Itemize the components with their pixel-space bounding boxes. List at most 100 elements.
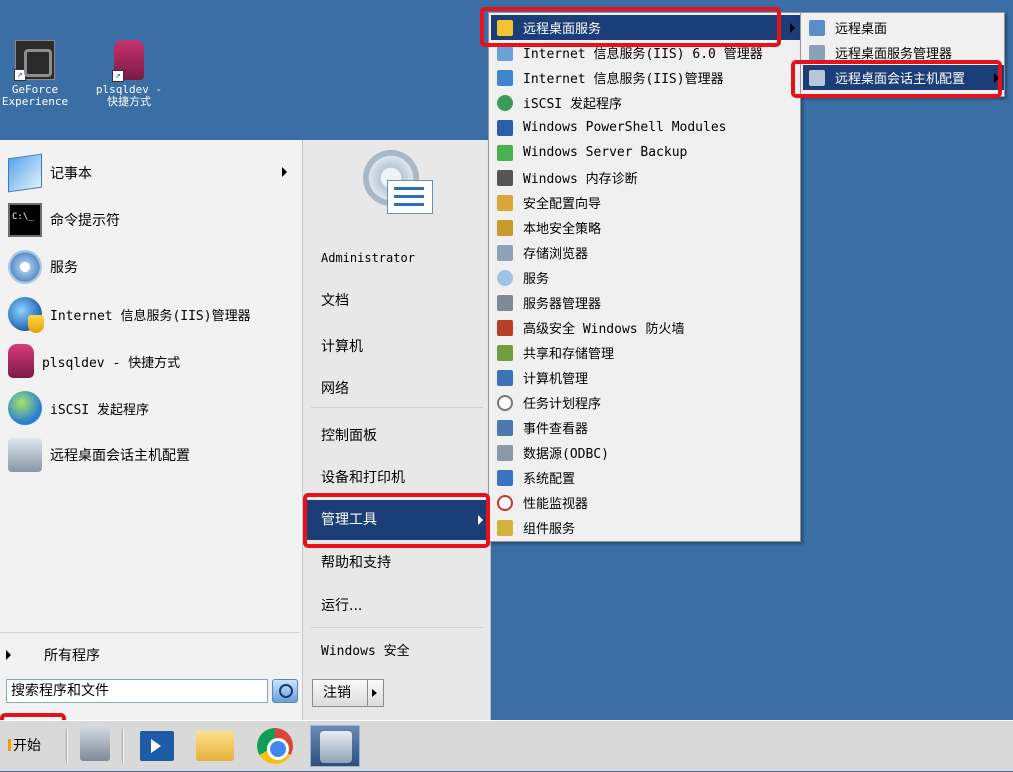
notepad-icon — [8, 153, 42, 193]
start-item-cmd[interactable]: C:\_ 命令提示符 — [0, 197, 303, 243]
start-item-label: 记事本 — [50, 166, 92, 182]
menu-item-label: 存储浏览器 — [523, 247, 589, 262]
link-network[interactable]: 网络 — [303, 369, 491, 409]
powershell-icon — [497, 119, 513, 136]
desktop-icon-geforce[interactable]: ↗ GeForce Experience — [0, 40, 78, 108]
iscsi-globe-icon — [8, 391, 42, 425]
divider — [311, 407, 483, 408]
database-shortcut-icon: ↗ — [112, 40, 144, 82]
link-run[interactable]: 运行... — [303, 586, 491, 626]
menu-item-iis-manager[interactable]: Internet 信息服务(IIS)管理器 — [491, 65, 800, 90]
logoff-label: 注销 — [323, 685, 351, 701]
search-input[interactable]: 搜索程序和文件 — [6, 679, 268, 703]
component-services-icon — [497, 519, 513, 536]
start-item-label: Internet 信息服务(IIS)管理器 — [50, 308, 251, 324]
link-computer[interactable]: 计算机 — [303, 327, 491, 367]
divider — [0, 632, 300, 633]
perf-monitor-icon — [497, 494, 513, 511]
all-programs-label: 所有程序 — [44, 648, 100, 664]
start-item-label: iSCSI 发起程序 — [50, 402, 149, 418]
odbc-icon — [497, 444, 513, 461]
start-item-rd-session-host[interactable]: 远程桌面会话主机配置 — [0, 432, 303, 478]
desktop-icon-label: 快捷方式 — [107, 95, 151, 108]
taskbar-rd-config[interactable] — [310, 725, 360, 767]
desktop-icon-plsqldev[interactable]: ↗ plsqldev - 快捷方式 — [86, 40, 172, 108]
menu-item-label: Windows 内存诊断 — [523, 172, 638, 187]
menu-item-iscsi[interactable]: iSCSI 发起程序 — [491, 90, 800, 115]
taskbar-explorer[interactable] — [190, 725, 240, 767]
menu-item-system-config[interactable]: 系统配置 — [491, 465, 800, 490]
menu-item-label: 服务器管理器 — [523, 297, 602, 312]
menu-item-storage-explorer[interactable]: 存储浏览器 — [491, 240, 800, 265]
menu-item-share-storage[interactable]: 共享和存储管理 — [491, 340, 800, 365]
expand-arrow-icon — [6, 650, 11, 660]
cmd-icon: C:\_ — [8, 203, 42, 237]
rds-manager-icon — [809, 44, 825, 61]
user-picture[interactable] — [359, 150, 435, 216]
menu-item-powershell-modules[interactable]: Windows PowerShell Modules — [491, 115, 800, 140]
start-item-iscsi[interactable]: iSCSI 发起程序 — [0, 385, 303, 431]
server-manager-icon — [497, 294, 513, 311]
iis-icon — [8, 297, 44, 333]
divider — [311, 627, 483, 628]
start-item-services[interactable]: 服务 — [0, 244, 303, 290]
menu-item-local-security-policy[interactable]: 本地安全策略 — [491, 215, 800, 240]
menu-item-task-scheduler[interactable]: 任务计划程序 — [491, 390, 800, 415]
search-button[interactable] — [272, 679, 298, 703]
menu-item-server-manager[interactable]: 服务器管理器 — [491, 290, 800, 315]
link-help-support[interactable]: 帮助和支持 — [303, 543, 491, 583]
taskbar-chrome[interactable] — [250, 725, 300, 767]
local-policy-icon — [497, 219, 513, 236]
link-control-panel[interactable]: 控制面板 — [303, 416, 491, 456]
menu-item-component-services[interactable]: 组件服务 — [491, 515, 800, 540]
chrome-icon — [257, 728, 293, 764]
logoff-button[interactable]: 注销 — [312, 679, 384, 707]
start-item-iis[interactable]: Internet 信息服务(IIS)管理器 — [0, 291, 303, 337]
start-item-notepad[interactable]: 记事本 — [0, 150, 303, 196]
windows-flag-icon — [8, 739, 11, 751]
menu-item-label: 数据源(ODBC) — [523, 447, 609, 462]
storage-explorer-icon — [497, 244, 513, 261]
menu-item-server-backup[interactable]: Windows Server Backup — [491, 140, 800, 165]
start-menu-programs-pane: 记事本 C:\_ 命令提示符 服务 Internet 信息服务(IIS)管理器 … — [0, 140, 303, 720]
menu-item-event-viewer[interactable]: 事件查看器 — [491, 415, 800, 440]
memory-diag-icon — [497, 169, 513, 186]
start-item-plsqldev[interactable]: plsqldev - 快捷方式 — [0, 338, 303, 384]
firewall-icon — [497, 319, 513, 336]
logoff-options-arrow-icon[interactable] — [372, 689, 377, 697]
menu-item-odbc[interactable]: 数据源(ODBC) — [491, 440, 800, 465]
taskbar-powershell[interactable] — [132, 725, 182, 767]
menu-item-label: iSCSI 发起程序 — [523, 97, 622, 112]
database-icon — [8, 344, 34, 378]
menu-item-label: 共享和存储管理 — [523, 347, 615, 362]
menu-item-memory-diagnostic[interactable]: Windows 内存诊断 — [491, 165, 800, 190]
menu-item-perf-monitor[interactable]: 性能监视器 — [491, 490, 800, 515]
menu-item-firewall[interactable]: 高级安全 Windows 防火墙 — [491, 315, 800, 340]
server-manager-icon — [80, 727, 110, 761]
taskbar: 开始 — [0, 720, 1013, 771]
link-documents[interactable]: 文档 — [303, 281, 491, 321]
iis-manager-icon — [497, 69, 513, 86]
rd-session-host-icon — [8, 438, 42, 472]
menu-item-label: Windows Server Backup — [523, 145, 688, 160]
taskbar-server-manager[interactable] — [70, 725, 120, 767]
explorer-icon — [196, 731, 234, 761]
link-devices-printers[interactable]: 设备和打印机 — [303, 458, 491, 498]
highlight-box — [303, 493, 490, 548]
iscsi-icon — [497, 94, 513, 111]
rd-config-icon — [320, 731, 352, 763]
shortcut-arrow-icon: ↗ — [112, 70, 124, 82]
divider — [66, 729, 68, 763]
menu-item-security-wizard[interactable]: 安全配置向导 — [491, 190, 800, 215]
menu-item-services[interactable]: 服务 — [491, 265, 800, 290]
link-administrator[interactable]: Administrator — [303, 238, 491, 278]
task-scheduler-icon — [497, 394, 513, 411]
menu-item-computer-management[interactable]: 计算机管理 — [491, 365, 800, 390]
start-menu-places-pane: Administrator 文档 计算机 网络 控制面板 设备和打印机 管理工具… — [303, 140, 491, 720]
menu-item-label: Windows PowerShell Modules — [523, 120, 727, 135]
start-button[interactable]: 开始 — [4, 727, 62, 765]
all-programs-button[interactable]: 所有程序 — [0, 640, 300, 670]
menu-item-remote-desktop[interactable]: 远程桌面 — [803, 15, 1004, 40]
submenu-arrow-icon — [282, 167, 287, 177]
link-windows-security[interactable]: Windows 安全 — [303, 632, 491, 672]
